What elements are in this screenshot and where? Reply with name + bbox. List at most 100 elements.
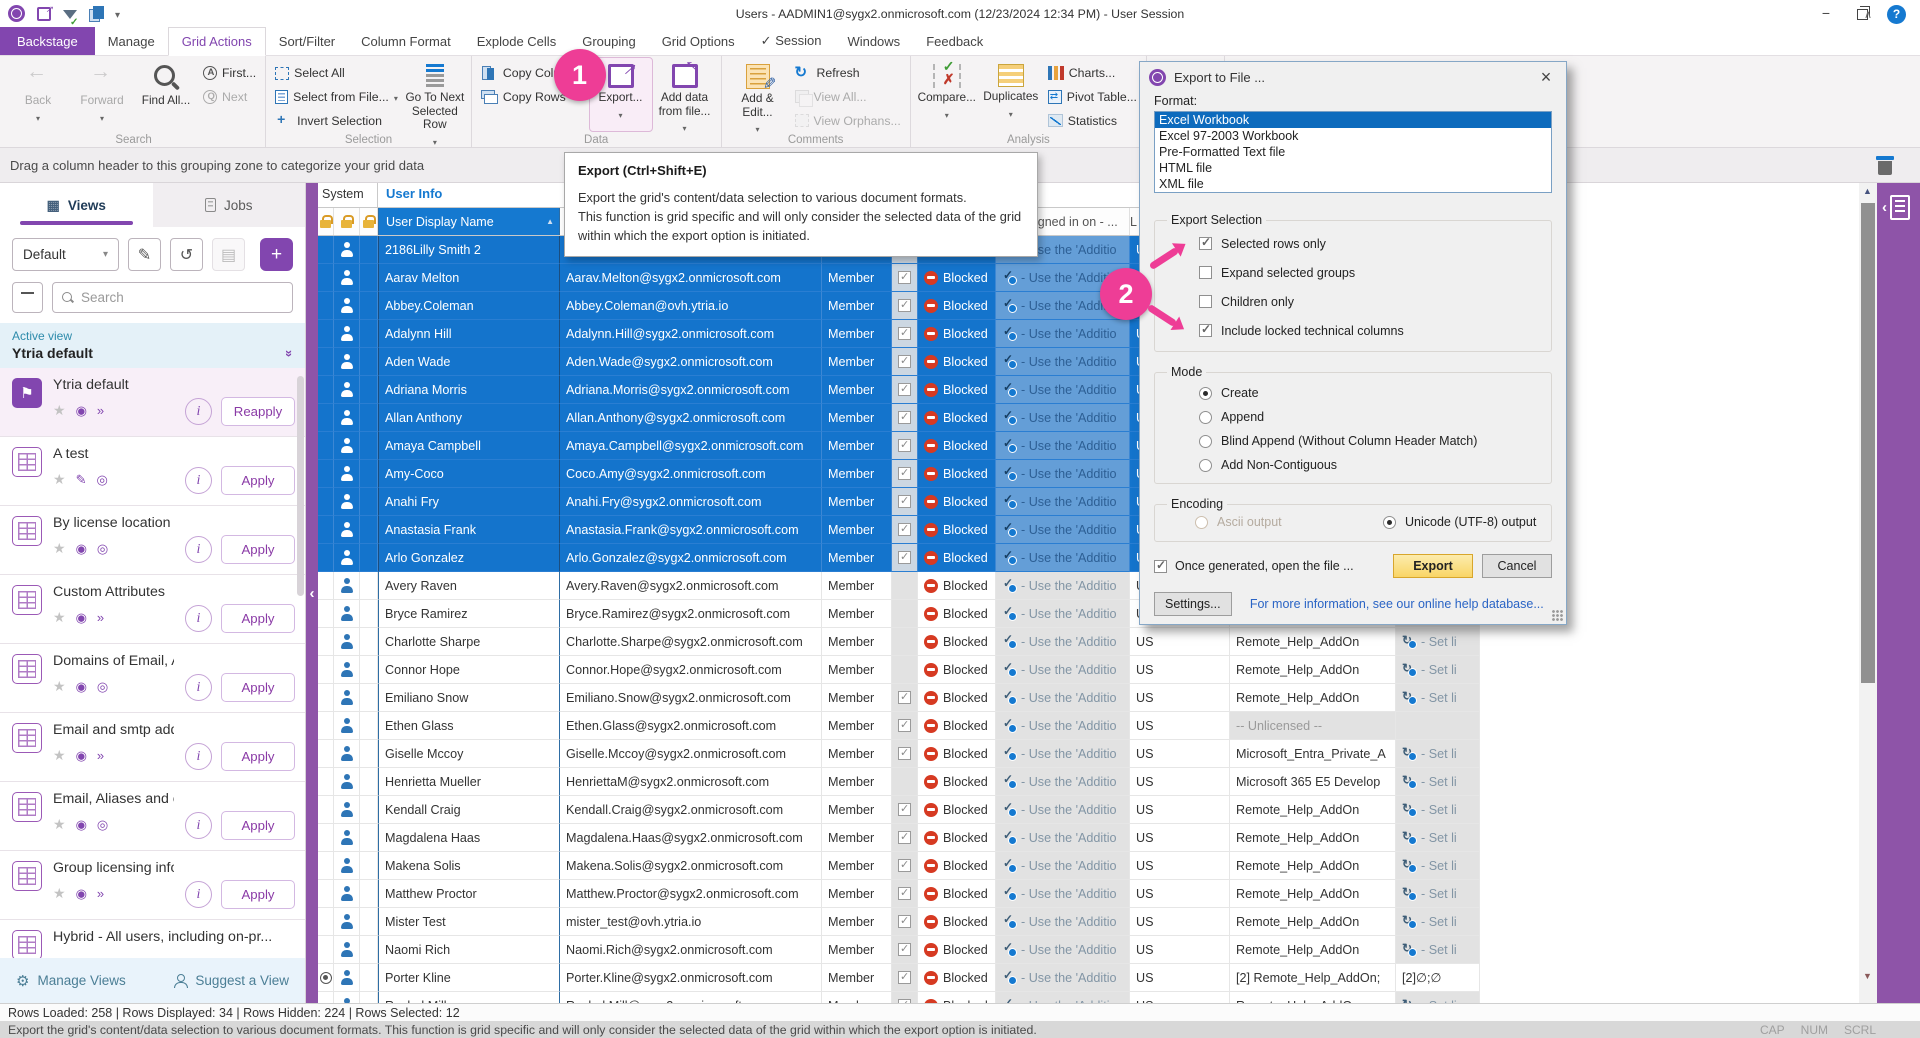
- ribbon-button-select-all[interactable]: Select All: [271, 62, 349, 83]
- view-apply-button[interactable]: Apply: [221, 673, 295, 702]
- ribbon-button-duplicates[interactable]: Duplicates: [980, 58, 1042, 131]
- dialog-close-button[interactable]: ×: [1535, 67, 1557, 88]
- app-logo-icon[interactable]: [8, 5, 25, 22]
- option-blind-append-without-column-header-match[interactable]: Blind Append (Without Column Header Matc…: [1165, 429, 1541, 453]
- view-item-hybrid-all-users-including-on-pr[interactable]: Hybrid - All users, including on-pr...: [0, 920, 305, 958]
- view-item-ytria-default[interactable]: ⚑Ytria default★◉»iReapply: [0, 368, 305, 437]
- user-row[interactable]: Porter KlinePorter.Kline@sygx2.onmicroso…: [318, 964, 1480, 992]
- trash-icon[interactable]: [1876, 153, 1894, 176]
- save-view-button[interactable]: ▤: [212, 238, 245, 271]
- view-item-a-test[interactable]: A test★✎◎iApply: [0, 437, 305, 506]
- view-apply-button[interactable]: Apply: [221, 535, 295, 564]
- user-row[interactable]: Ethen GlassEthen.Glass@sygx2.onmicrosoft…: [318, 712, 1480, 740]
- view-apply-button[interactable]: Apply: [221, 880, 295, 909]
- option-add-non-contiguous[interactable]: Add Non-Contiguous: [1165, 453, 1541, 477]
- ribbon-button-view-orphans[interactable]: View Orphans...: [791, 110, 905, 131]
- locked-column-header[interactable]: [334, 208, 360, 235]
- footer-suggest-a-view[interactable]: Suggest a View: [173, 973, 289, 988]
- ribbon-button-invert-selection[interactable]: Invert Selection: [271, 110, 386, 131]
- tab-feedback[interactable]: Feedback: [913, 27, 996, 55]
- option-unicode-utf-8-output[interactable]: Unicode (UTF-8) output: [1353, 515, 1541, 529]
- settings-button[interactable]: Settings...: [1154, 592, 1232, 616]
- ribbon-button-view-all[interactable]: View All...: [791, 86, 871, 107]
- checkbox-cell[interactable]: [892, 852, 918, 880]
- tab-manage[interactable]: Manage: [95, 27, 168, 55]
- checkbox-cell[interactable]: [892, 292, 918, 320]
- ribbon-button-find-all[interactable]: Find All...: [135, 58, 197, 131]
- info-icon-button[interactable]: i: [185, 398, 212, 425]
- option-create[interactable]: Create: [1165, 381, 1541, 405]
- checkbox-cell[interactable]: [892, 964, 918, 992]
- view-item-by-license-location[interactable]: By license location★◉◎iApply: [0, 506, 305, 575]
- format-option-excel-97-2003-workbook[interactable]: Excel 97-2003 Workbook: [1155, 128, 1551, 144]
- user-row[interactable]: Henrietta MuellerHenriettaM@sygx2.onmicr…: [318, 768, 1480, 796]
- preset-dropdown[interactable]: Default ▾: [12, 238, 119, 271]
- user-row[interactable]: Matthew ProctorMatthew.Proctor@sygx2.onm…: [318, 880, 1480, 908]
- checkbox-cell[interactable]: [892, 544, 918, 572]
- user-row[interactable]: Mister Testmister_test@ovh.ytria.ioMembe…: [318, 908, 1480, 936]
- cancel-button[interactable]: Cancel: [1482, 554, 1552, 578]
- sidebar-scrollbar-thumb[interactable]: [297, 376, 304, 596]
- view-item-group-licensing-info[interactable]: Group licensing info★◉»iApply: [0, 851, 305, 920]
- tab-session[interactable]: Session: [748, 27, 835, 55]
- checkbox-cell[interactable]: [892, 264, 918, 292]
- sidebar-tab-views[interactable]: ▦Views: [0, 183, 153, 227]
- sidebar-collapse-handle[interactable]: ‹: [306, 183, 318, 1003]
- ribbon-button-statistics[interactable]: Statistics: [1044, 110, 1121, 131]
- checkbox-cell[interactable]: [892, 628, 918, 656]
- ribbon-button-select-from-file[interactable]: Select from File...: [271, 86, 402, 107]
- checkbox-cell[interactable]: [892, 572, 918, 600]
- ribbon-button-refresh[interactable]: Refresh: [791, 62, 864, 83]
- ribbon-collapse-icon[interactable]: ∧: [1864, 8, 1872, 21]
- column-header-user-display-name[interactable]: User Display Name ▲: [378, 208, 560, 235]
- info-icon-button[interactable]: i: [185, 812, 212, 839]
- format-option-html-file[interactable]: HTML file: [1155, 160, 1551, 176]
- checkbox-cell[interactable]: [892, 712, 918, 740]
- ribbon-button-export[interactable]: Export...1: [590, 58, 652, 131]
- checkbox-cell[interactable]: [892, 432, 918, 460]
- checkbox-cell[interactable]: [892, 460, 918, 488]
- view-apply-button[interactable]: Apply: [221, 742, 295, 771]
- checkbox-cell[interactable]: [892, 880, 918, 908]
- tab-explode-cells[interactable]: Explode Cells: [464, 27, 570, 55]
- user-row[interactable]: Kendall CraigKendall.Craig@sygx2.onmicro…: [318, 796, 1480, 824]
- checkbox-cell[interactable]: [892, 376, 918, 404]
- checkbox-cell[interactable]: [892, 516, 918, 544]
- export-button[interactable]: Export: [1393, 554, 1473, 578]
- ribbon-button-compare[interactable]: Compare...: [916, 58, 978, 131]
- view-item-domains-of-email-aliases-and-othe[interactable]: Domains of Email, Aliases and othe...★◉◎…: [0, 644, 305, 713]
- checkbox-cell[interactable]: [892, 600, 918, 628]
- view-item-email-and-smtp-addresses[interactable]: Email and smtp addresses★◉»iApply: [0, 713, 305, 782]
- checkbox-cell[interactable]: [892, 320, 918, 348]
- ribbon-button-forward[interactable]: Forward: [71, 58, 133, 131]
- info-icon-button[interactable]: i: [185, 536, 212, 563]
- ribbon-button-next[interactable]: Next: [199, 86, 251, 107]
- format-option-excel-workbook[interactable]: Excel Workbook: [1155, 112, 1551, 128]
- undo-button[interactable]: ↺: [170, 238, 203, 271]
- user-row[interactable]: Makena SolisMakena.Solis@sygx2.onmicroso…: [318, 852, 1480, 880]
- view-apply-button[interactable]: Apply: [221, 466, 295, 495]
- minimize-button[interactable]: [1808, 1, 1844, 25]
- checkbox-cell[interactable]: [892, 404, 918, 432]
- filter-icon[interactable]: [63, 10, 77, 19]
- tab-windows[interactable]: Windows: [834, 27, 913, 55]
- checkbox-cell[interactable]: [892, 488, 918, 516]
- user-row[interactable]: Giselle MccoyGiselle.Mccoy@sygx2.onmicro…: [318, 740, 1480, 768]
- option-ascii-output[interactable]: Ascii output: [1165, 515, 1353, 529]
- view-item-email-aliases-and-other-mails-in-o[interactable]: Email, Aliases and other Mails in o...★◉…: [0, 782, 305, 851]
- dialog-title-bar[interactable]: Export to File ... ×: [1140, 62, 1566, 92]
- footer-manage-views[interactable]: ⚙Manage Views: [16, 972, 126, 990]
- checkbox-cell[interactable]: [892, 908, 918, 936]
- option-expand-selected-groups[interactable]: Expand selected groups: [1165, 258, 1541, 287]
- ribbon-button-go-to-next-selected-row[interactable]: Go To Next Selected Row: [404, 58, 466, 131]
- option-include-locked-technical-columns[interactable]: Include locked technical columns: [1165, 316, 1541, 345]
- ribbon-button-add-edit[interactable]: Add & Edit...: [727, 58, 789, 131]
- tab-column-format[interactable]: Column Format: [348, 27, 464, 55]
- ribbon-button-back[interactable]: Back: [7, 58, 69, 131]
- view-apply-button[interactable]: Apply: [221, 604, 295, 633]
- search-input[interactable]: [81, 290, 283, 305]
- info-icon-button[interactable]: i: [185, 674, 212, 701]
- scroll-down-icon[interactable]: ▼: [1863, 971, 1872, 981]
- export-icon[interactable]: [37, 7, 51, 21]
- option-append[interactable]: Append: [1165, 405, 1541, 429]
